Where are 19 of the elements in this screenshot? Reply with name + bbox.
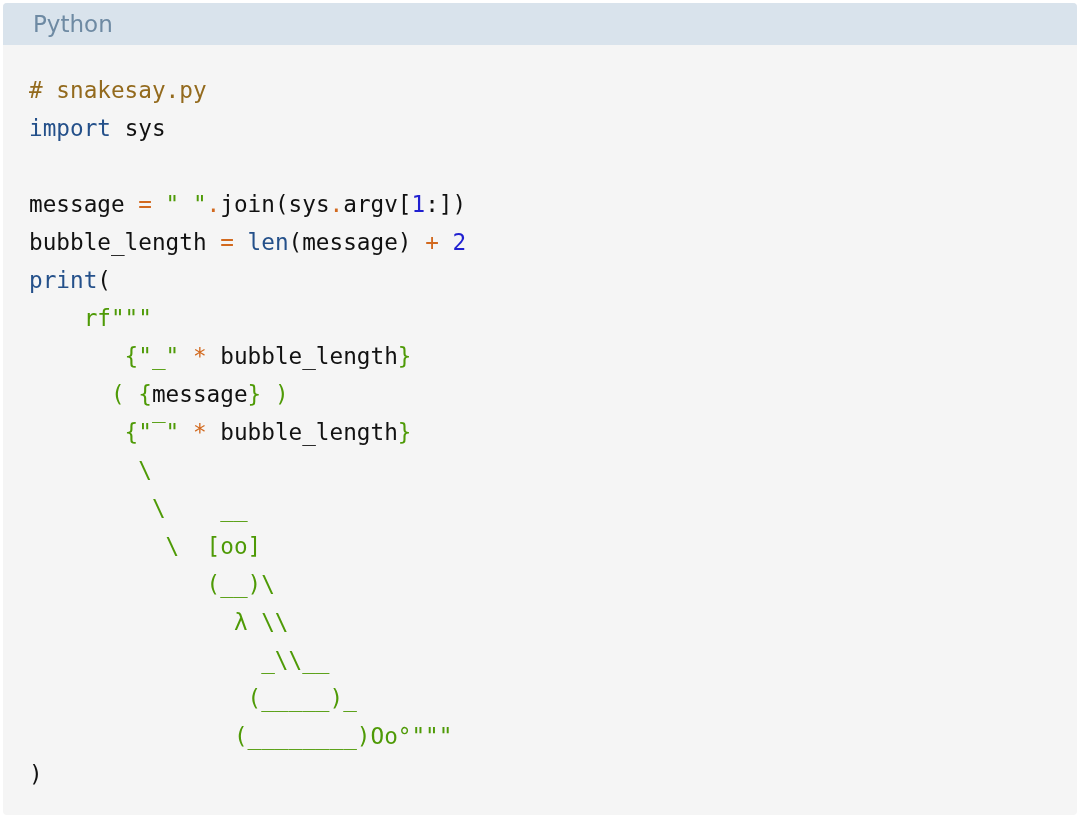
code-line: (__)\ — [205, 570, 276, 600]
language-label: Python — [33, 11, 113, 37]
code-line: {"‾" * bubble_length} — [123, 418, 413, 448]
code-line: (________)Oo°""" — [232, 722, 454, 752]
code-line: \ [oo] — [164, 532, 263, 561]
code-line: print( — [29, 266, 112, 295]
code-line: (_____)_ — [246, 684, 358, 714]
code-line: _\\__ — [260, 646, 331, 676]
code-line: bubble_length = len(message) + 2 — [29, 228, 468, 258]
code-line: # snakesay.py — [29, 76, 208, 105]
code-line: λ \\ — [232, 608, 290, 637]
code-line: import sys — [29, 114, 167, 143]
code-line: rf""" — [82, 304, 153, 333]
code-line: {"_" * bubble_length} — [123, 342, 413, 372]
code-line: message = " ".join(sys.argv[1:]) — [29, 190, 468, 219]
code-line: ) — [29, 760, 44, 789]
code-line: ( {message} ) — [109, 380, 290, 409]
code-line: \ — [137, 456, 153, 485]
code-line: \ __ — [150, 494, 249, 524]
